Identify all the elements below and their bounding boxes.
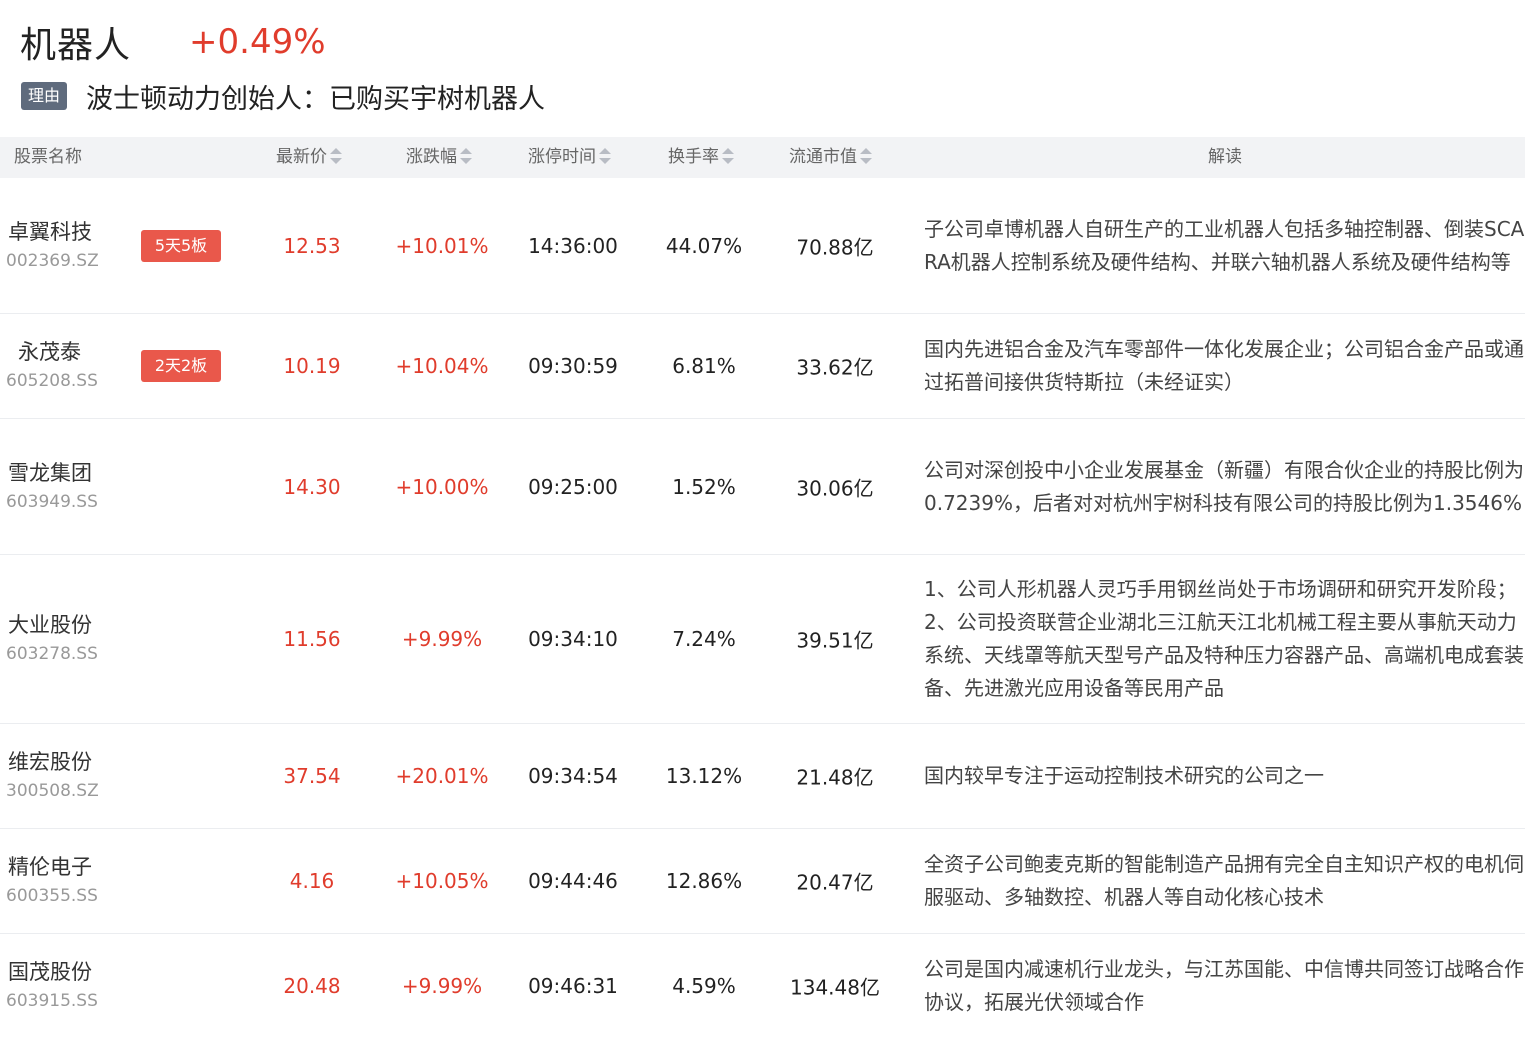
sort-icon[interactable]	[599, 148, 611, 164]
float-cap-cell: 39.51亿	[796, 628, 874, 653]
table-row[interactable]: 卓翼科技 002369.SZ 5天5板 12.53 +10.01% 14:36:…	[0, 178, 1525, 314]
column-header-price[interactable]: 最新价	[276, 137, 342, 178]
turnover-cell: 12.86%	[665, 869, 743, 893]
sort-icon[interactable]	[460, 148, 472, 164]
desc-cell: 国内较早专注于运动控制技术研究的公司之一	[924, 763, 1324, 788]
price-cell: 11.56	[283, 627, 341, 651]
column-header-turnover[interactable]: 换手率	[668, 137, 734, 178]
limit-time-cell: 09:34:54	[528, 764, 618, 788]
limit-time-cell: 09:34:10	[528, 627, 618, 651]
turnover-cell: 44.07%	[665, 233, 743, 258]
table-row[interactable]: 国茂股份 603915.SS 20.48 +9.99% 09:46:31 4.5…	[0, 934, 1525, 1038]
reason-tag: 理由	[21, 82, 68, 110]
sector-name: 机器人	[20, 25, 132, 66]
table-row[interactable]: 永茂泰 605208.SS 2天2板 10.19 +10.04% 09:30:5…	[0, 314, 1525, 419]
turnover-cell: 7.24%	[672, 627, 736, 651]
sort-icon[interactable]	[722, 148, 734, 164]
board-badge: 5天5板	[141, 229, 221, 262]
stock-name-cell[interactable]: 国茂股份 603915.SS	[6, 957, 98, 1015]
change-cell: +10.04%	[395, 354, 489, 378]
stock-name-cell[interactable]: 大业股份 603278.SS	[6, 610, 98, 668]
stock-code: 603949.SS	[6, 491, 98, 512]
stock-name[interactable]: 雪龙集团	[8, 458, 98, 488]
turnover-cell: 4.59%	[672, 974, 736, 998]
change-cell: +10.01%	[395, 233, 489, 258]
table-row[interactable]: 大业股份 603278.SS 11.56 +9.99% 09:34:10 7.2…	[0, 555, 1525, 724]
desc-cell: 1、公司人形机器人灵巧手用钢丝尚处于市场调研和研究开发阶段； 2、公司投资联营企…	[924, 577, 1524, 700]
table-row[interactable]: 精伦电子 600355.SS 4.16 +10.05% 09:44:46 12.…	[0, 829, 1525, 934]
sort-icon[interactable]	[860, 148, 872, 164]
sort-icon[interactable]	[330, 148, 342, 164]
float-cap-cell: 33.62亿	[796, 355, 874, 380]
desc-cell: 国内先进铝合金及汽车零部件一体化发展企业；公司铝合金产品或通过拓普间接供货特斯拉…	[924, 337, 1524, 394]
limit-time-cell: 09:30:59	[528, 354, 618, 378]
reason-row: 理由 波士顿动力创始人：已购买宇树机器人	[21, 74, 545, 118]
stock-code: 002369.SZ	[6, 250, 99, 271]
column-header-change[interactable]: 涨跌幅	[406, 137, 472, 178]
float-cap-cell: 30.06亿	[796, 476, 874, 500]
table-row[interactable]: 维宏股份 300508.SZ 37.54 +20.01% 09:34:54 13…	[0, 724, 1525, 829]
turnover-cell: 1.52%	[672, 474, 736, 499]
desc-cell: 公司对深创投中小企业发展基金（新疆）有限合伙企业的持股比例为0.7239%，后者…	[924, 457, 1524, 515]
stock-name-cell[interactable]: 卓翼科技 002369.SZ	[6, 217, 99, 275]
limit-time-cell: 09:25:00	[528, 474, 618, 499]
table-row[interactable]: 雪龙集团 603949.SS 14.30 +10.00% 09:25:00 1.…	[0, 419, 1525, 555]
change-cell: +9.99%	[401, 627, 483, 651]
column-header-limit-time[interactable]: 涨停时间	[528, 137, 611, 178]
change-cell: +10.00%	[395, 474, 489, 499]
turnover-cell: 6.81%	[672, 354, 736, 378]
stock-code: 605208.SS	[6, 371, 98, 391]
float-cap-cell: 21.48亿	[796, 765, 874, 790]
stock-name-cell[interactable]: 精伦电子 600355.SS	[6, 852, 98, 910]
stock-name[interactable]: 维宏股份	[8, 747, 99, 777]
stock-name[interactable]: 大业股份	[8, 610, 98, 640]
change-cell: +20.01%	[395, 764, 489, 788]
change-cell: +9.99%	[401, 974, 483, 998]
desc-cell: 子公司卓博机器人自研生产的工业机器人包括多轴控制器、倒装SCARA机器人控制系统…	[924, 216, 1525, 274]
stock-name-cell[interactable]: 雪龙集团 603949.SS	[6, 458, 98, 516]
stock-name-cell[interactable]: 永茂泰 605208.SS	[6, 337, 98, 395]
float-cap-cell: 20.47亿	[796, 870, 874, 895]
desc-cell: 全资子公司鲍麦克斯的智能制造产品拥有完全自主知识产权的电机伺服驱动、多轴数控、机…	[924, 852, 1524, 909]
sector-change: +0.49%	[189, 22, 326, 62]
float-cap-cell: 70.88亿	[796, 235, 874, 259]
stock-code: 300508.SZ	[6, 781, 99, 801]
stock-name[interactable]: 国茂股份	[8, 957, 98, 987]
price-cell: 10.19	[283, 354, 341, 378]
stock-name-cell[interactable]: 维宏股份 300508.SZ	[6, 747, 99, 805]
board-badge: 2天2板	[141, 350, 221, 382]
stock-name[interactable]: 精伦电子	[8, 852, 98, 882]
price-cell: 37.54	[283, 764, 341, 788]
stock-name[interactable]: 卓翼科技	[8, 217, 99, 247]
desc-cell: 公司是国内减速机行业龙头，与江苏国能、中信博共同签订战略合作协议，拓展光伏领域合…	[924, 957, 1524, 1014]
price-cell: 14.30	[283, 474, 341, 499]
price-cell: 20.48	[283, 974, 341, 998]
sector-header: 机器人 +0.49%	[20, 14, 326, 70]
limit-time-cell: 14:36:00	[528, 233, 618, 258]
reason-text: 波士顿动力创始人：已购买宇树机器人	[86, 83, 546, 115]
limit-time-cell: 09:46:31	[528, 974, 618, 998]
limit-time-cell: 09:44:46	[528, 869, 618, 893]
stock-code: 603278.SS	[6, 644, 98, 664]
price-cell: 12.53	[283, 233, 341, 258]
price-cell: 4.16	[289, 869, 335, 893]
stock-code: 603915.SS	[6, 991, 98, 1011]
table-header: 股票名称 最新价 涨跌幅 涨停时间 换手率 流通市值 解读	[0, 137, 1525, 178]
stock-table: 股票名称 最新价 涨跌幅 涨停时间 换手率 流通市值 解读 卓翼科技 00236…	[0, 137, 1525, 1038]
column-header-desc: 解读	[1208, 147, 1242, 167]
stock-code: 600355.SS	[6, 886, 98, 906]
column-header-name: 股票名称	[14, 147, 82, 167]
turnover-cell: 13.12%	[665, 764, 743, 788]
stock-name[interactable]: 永茂泰	[8, 337, 98, 367]
column-header-float-cap[interactable]: 流通市值	[789, 137, 872, 178]
float-cap-cell: 134.48亿	[790, 975, 880, 1000]
change-cell: +10.05%	[395, 869, 489, 893]
